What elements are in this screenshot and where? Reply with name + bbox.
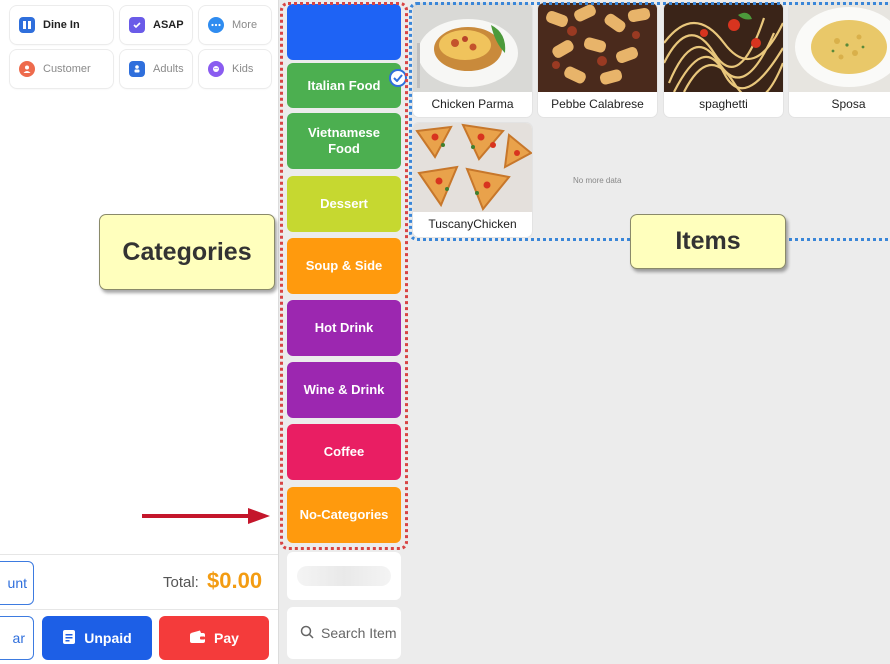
item-name: Pebbe Calabrese: [551, 97, 644, 111]
asap-label: ASAP: [153, 19, 184, 31]
total-bar: unt Total: $0.00: [0, 554, 278, 609]
item-card-tuscany-chicken[interactable]: TuscanyChicken: [413, 123, 532, 237]
unpaid-label: Unpaid: [84, 630, 132, 646]
item-name: Sposa: [831, 97, 866, 111]
category-label: Hot Drink: [314, 320, 374, 335]
category-label: Soup & Side: [305, 258, 383, 273]
category-dessert[interactable]: Dessert: [287, 176, 401, 232]
category-no-categories[interactable]: No-Categories: [287, 487, 401, 543]
item-card-pebbe-calabrese[interactable]: Pebbe Calabrese: [538, 3, 657, 117]
item-card-spaghetti[interactable]: spaghetti: [664, 3, 783, 117]
customer-icon: [19, 61, 35, 77]
pebbe-calabrese-photo: [538, 3, 657, 92]
search-icon: [300, 625, 314, 642]
chicken-parma-photo: [413, 3, 532, 92]
kids-label: Kids: [232, 63, 254, 75]
category-label: Dessert: [320, 196, 368, 211]
more-label: More: [232, 19, 258, 31]
kids-option[interactable]: Kids: [199, 50, 271, 88]
order-panel: Dine In ASAP More Customer Adults Kids u…: [0, 0, 279, 664]
sposa-photo: [789, 3, 890, 92]
red-arrow-icon: [142, 508, 270, 524]
spaghetti-photo: [664, 3, 783, 92]
items-callout: Items: [630, 214, 786, 269]
no-more-data-text: No more data: [573, 176, 622, 185]
category-hot-drink[interactable]: Hot Drink: [287, 300, 401, 356]
document-icon: [62, 629, 76, 648]
categories-callout: Categories: [99, 214, 275, 290]
category-label: Italian Food: [307, 77, 381, 93]
customer-label: Customer: [43, 63, 91, 75]
category-vietnamese-food[interactable]: Vietnamese Food: [287, 113, 401, 169]
customer-option[interactable]: Customer: [10, 50, 113, 88]
more-dots-icon: [208, 17, 224, 33]
table-icon: [19, 17, 35, 33]
adult-icon: [129, 61, 145, 77]
category-italian-food[interactable]: Italian Food: [287, 63, 407, 108]
dine-in-label: Dine In: [43, 19, 80, 31]
asap-option[interactable]: ASAP: [120, 6, 192, 44]
item-name: spaghetti: [699, 97, 748, 111]
blurred-field: [287, 552, 401, 600]
dine-in-option[interactable]: Dine In: [10, 6, 113, 44]
total-label: Total:: [163, 574, 199, 591]
category-wine-drink[interactable]: Wine & Drink: [287, 362, 401, 418]
category-label: Vietnamese Food: [307, 125, 381, 156]
unpaid-button[interactable]: Unpaid: [42, 616, 152, 660]
action-bar: ar Unpaid Pay: [0, 609, 278, 664]
category-label: No-Categories: [299, 507, 389, 522]
calendar-check-icon: [129, 17, 145, 33]
search-placeholder: Search Item: [321, 625, 397, 641]
category-blue[interactable]: [287, 4, 401, 60]
discount-button[interactable]: unt: [0, 561, 34, 605]
category-label: Coffee: [323, 444, 365, 459]
pay-button[interactable]: Pay: [159, 616, 269, 660]
adults-label: Adults: [153, 63, 184, 75]
tuscany-chicken-photo: [413, 123, 532, 212]
category-coffee[interactable]: Coffee: [287, 424, 401, 480]
kid-icon: [208, 61, 224, 77]
item-card-chicken-parma[interactable]: Chicken Parma: [413, 3, 532, 117]
item-card-sposa[interactable]: Sposa: [789, 3, 890, 117]
item-name: Chicken Parma: [431, 97, 514, 111]
total-value: $0.00: [207, 568, 263, 593]
wallet-icon: [189, 630, 206, 647]
adults-option[interactable]: Adults: [120, 50, 192, 88]
search-item-box[interactable]: Search Item: [287, 607, 401, 659]
category-soup-side[interactable]: Soup & Side: [287, 238, 401, 294]
item-name: TuscanyChicken: [428, 217, 517, 231]
more-option[interactable]: More: [199, 6, 271, 44]
category-label: Wine & Drink: [303, 382, 385, 397]
check-icon: [389, 69, 407, 87]
clear-button[interactable]: ar: [0, 616, 34, 660]
pay-label: Pay: [214, 630, 239, 646]
